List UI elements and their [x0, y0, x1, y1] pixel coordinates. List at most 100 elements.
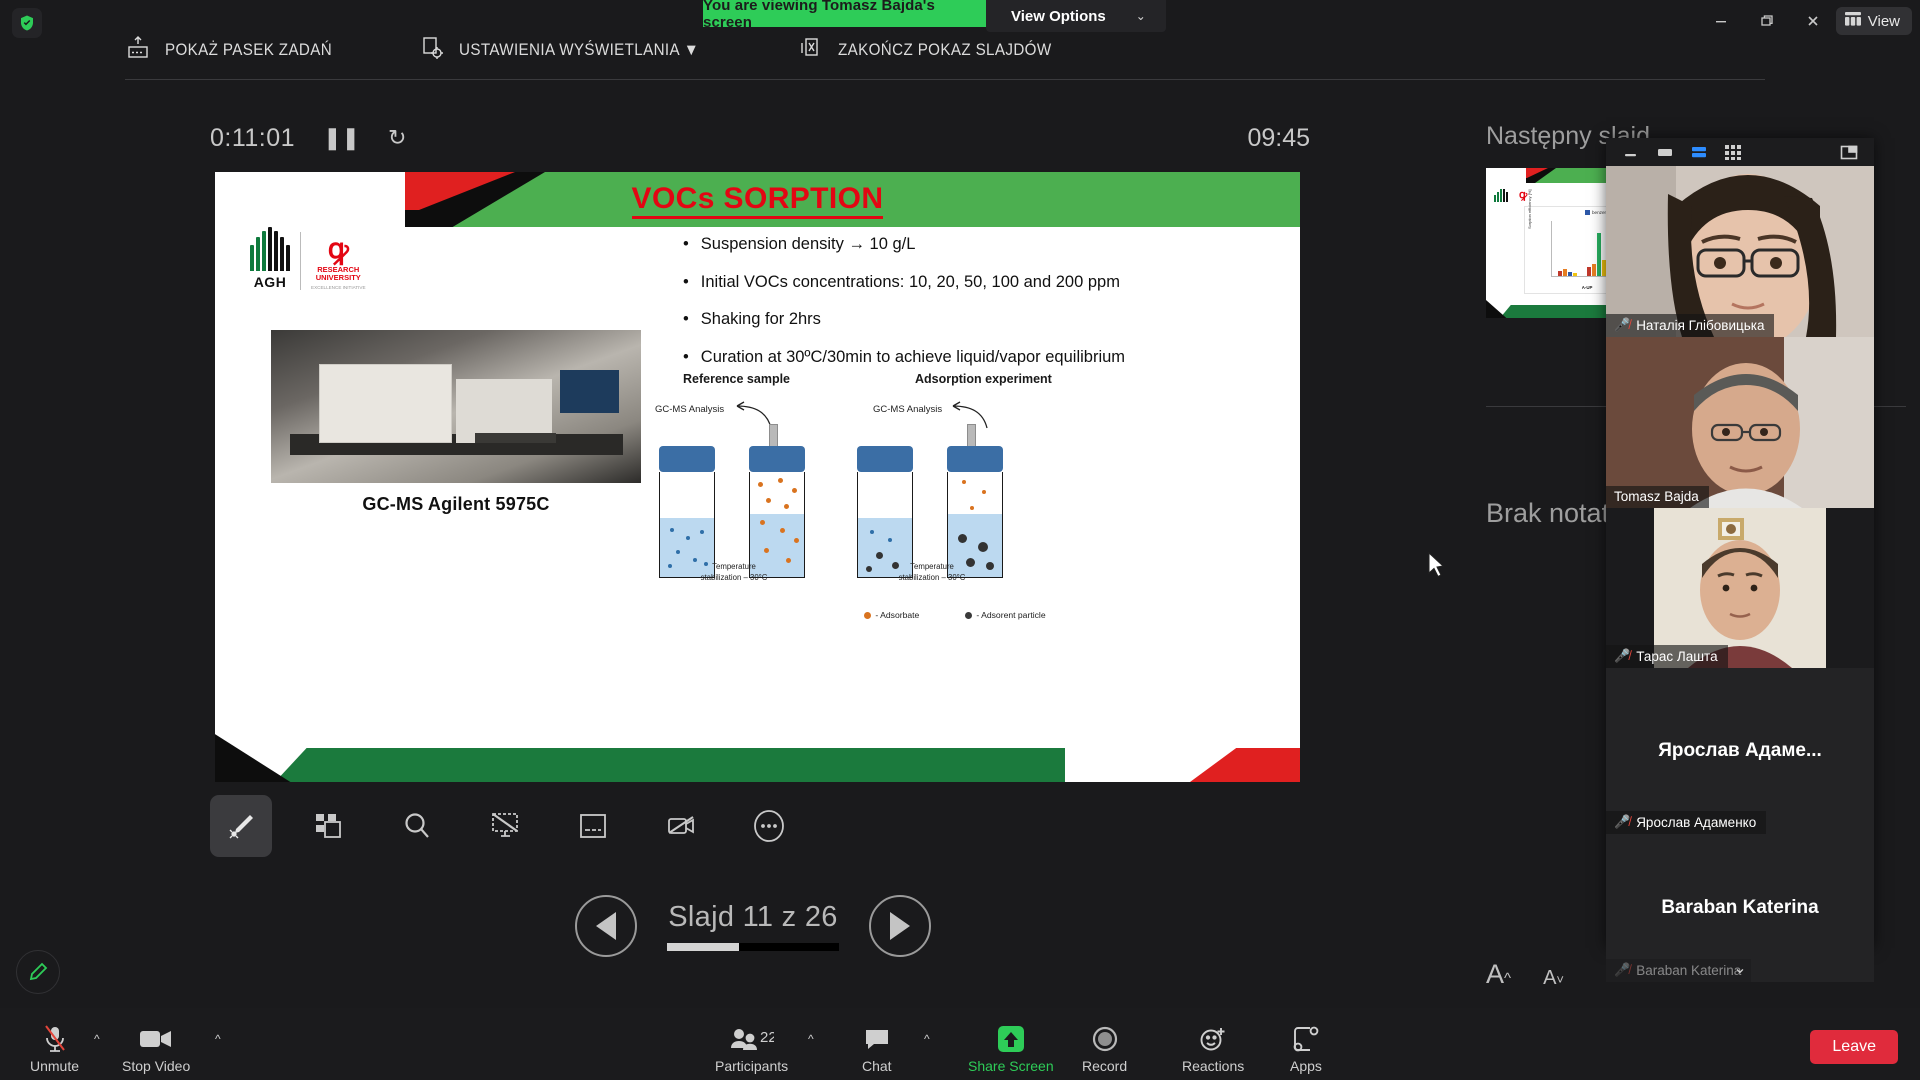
participant-display-name: Ярослав Адаме...	[1606, 740, 1874, 762]
presenter-toolbar: POKAŻ PASEK ZADAŃ USTAWIENIA WYŚWIETLANI…	[125, 22, 1765, 80]
show-taskbar-label: POKAŻ PASEK ZADAŃ	[165, 41, 332, 60]
participant-name: Наталія Глібовицька	[1636, 318, 1764, 333]
chat-options-caret[interactable]: ^	[924, 1032, 930, 1046]
participant-name-badge: 🎤̸ Тарас Лашта	[1606, 645, 1728, 668]
chat-label: Chat	[862, 1058, 892, 1074]
apps-button[interactable]: Apps	[1290, 1023, 1322, 1074]
unmute-button[interactable]: Unmute	[30, 1023, 79, 1074]
participant-tile[interactable]: 🎤̸ Тарас Лашта	[1606, 508, 1874, 668]
previous-slide-button[interactable]	[575, 895, 637, 957]
chat-button[interactable]: Chat	[862, 1023, 892, 1074]
thumbnail-y-axis: Sorption efficiency [%]	[1527, 189, 1532, 229]
slide-navigation: Slajd 11 z 26	[575, 895, 931, 957]
annotate-pen-button[interactable]	[16, 950, 60, 994]
slide-title: VOCs SORPTION	[215, 182, 1300, 216]
video-options-caret[interactable]: ^	[215, 1032, 221, 1046]
diagram-right-title: Adsorption experiment	[915, 372, 1052, 386]
show-taskbar-button[interactable]: POKAŻ PASEK ZADAŃ	[125, 35, 347, 66]
bullet-item: •Curation at 30ºC/30min to achieve liqui…	[683, 347, 1273, 368]
reactions-button[interactable]: Reactions	[1182, 1023, 1244, 1074]
wall-clock: 09:45	[1247, 124, 1310, 153]
participants-options-caret[interactable]: ^	[808, 1032, 814, 1046]
participant-tile[interactable]: Baraban Katerina 🎤̸ Baraban Katerina ⌄	[1606, 834, 1874, 982]
chevron-down-icon[interactable]: ⌄	[1733, 958, 1746, 978]
sorption-diagram: Reference sample Adsorption experiment G…	[645, 372, 1265, 682]
vial-reference-1	[659, 446, 715, 578]
diagram-left-title: Reference sample	[683, 372, 790, 386]
stop-video-button[interactable]: Stop Video	[122, 1023, 190, 1074]
temperature-note-left: Temperaturestabilization – 30°C	[659, 562, 809, 583]
smiley-plus-icon	[1198, 1023, 1228, 1055]
gallery-view-icon[interactable]	[1716, 139, 1750, 165]
people-icon: 22	[730, 1023, 774, 1055]
single-view-icon[interactable]	[1648, 139, 1682, 165]
end-slideshow-button[interactable]: ZAKOŃCZ POKAZ SLAJDÓW	[798, 35, 1070, 66]
agh-label: AGH	[254, 274, 287, 290]
decrease-font-button[interactable]: A˅	[1543, 967, 1564, 990]
video-panel: 🎤̸ Наталія Глібовицька	[1606, 138, 1874, 948]
participant-tile[interactable]: 🎤̸ Наталія Глібовицька	[1606, 166, 1874, 337]
leave-button[interactable]: Leave	[1810, 1030, 1898, 1064]
participant-video	[1606, 337, 1874, 508]
pause-timer-button[interactable]: ❚❚	[323, 125, 360, 151]
minimize-icon[interactable]	[1614, 139, 1648, 165]
bullet-item: •Shaking for 2hrs	[683, 309, 1273, 330]
zoom-in-icon[interactable]	[386, 795, 448, 857]
slide-progress-bar[interactable]	[667, 943, 839, 951]
unmute-label: Unmute	[30, 1058, 79, 1074]
svg-text:22: 22	[760, 1029, 774, 1046]
agh-logo: AGH ꝙ RESEARCH UNIVERSITY EXCELLENCE INI…	[250, 218, 385, 290]
display-settings-button[interactable]: USTAWIENIA WYŚWIETLANIA ▼	[419, 35, 720, 66]
participant-name: Тарас Лашта	[1636, 649, 1717, 664]
mic-off-icon	[42, 1023, 68, 1055]
record-label: Record	[1082, 1058, 1127, 1074]
mic-muted-icon: 🎤̸	[1614, 317, 1630, 333]
laser-pointer-icon[interactable]	[210, 795, 272, 857]
close-button[interactable]	[1790, 5, 1836, 37]
slide-footer-band	[215, 730, 1300, 782]
participant-display-name: Baraban Katerina	[1606, 897, 1874, 919]
participants-button[interactable]: 22 Participants	[715, 1023, 788, 1074]
view-button[interactable]: View	[1836, 7, 1912, 35]
subtitles-icon[interactable]	[562, 795, 624, 857]
vial-reference-2	[749, 446, 805, 578]
mic-muted-icon: 🎤̸	[1614, 962, 1630, 978]
participant-tile[interactable]: Tomasz Bajda	[1606, 337, 1874, 508]
more-options-icon[interactable]	[738, 795, 800, 857]
participant-name: Ярослав Адаменко	[1636, 815, 1756, 830]
speaker-view-icon[interactable]	[1682, 139, 1716, 165]
reset-timer-button[interactable]: ↻	[388, 125, 406, 151]
chevron-down-icon: ⌄	[1136, 9, 1146, 23]
gcms-analysis-label-right: GC-MS Analysis	[873, 404, 942, 415]
share-arrow-icon	[995, 1023, 1027, 1055]
view-button-label: View	[1868, 13, 1900, 30]
apps-icon	[1292, 1023, 1320, 1055]
record-circle-icon	[1090, 1023, 1120, 1055]
all-slides-icon[interactable]	[298, 795, 360, 857]
vial-adsorption-1	[857, 446, 913, 578]
record-button[interactable]: Record	[1082, 1023, 1127, 1074]
slide-counter: Slajd 11 z 26	[667, 901, 839, 951]
black-screen-icon[interactable]	[474, 795, 536, 857]
current-slide[interactable]: VOCs SORPTION AGH ꝙ RESEARCH UNIVERSITY …	[215, 172, 1300, 782]
camera-icon	[139, 1023, 173, 1055]
audio-options-caret[interactable]: ^	[94, 1032, 100, 1046]
popout-icon[interactable]	[1832, 139, 1866, 165]
end-slideshow-label: ZAKOŃCZ POKAZ SLAJDÓW	[838, 41, 1052, 60]
chat-bubble-icon	[864, 1023, 890, 1055]
video-panel-header	[1606, 138, 1874, 166]
next-slide-button[interactable]	[869, 895, 931, 957]
end-show-icon	[798, 35, 824, 66]
share-screen-button[interactable]: Share Screen	[968, 1023, 1054, 1074]
zoom-toolbar: Unmute ^ Stop Video ^ 22 Participants ^	[0, 1008, 1920, 1080]
gcms-analysis-label-left: GC-MS Analysis	[655, 404, 724, 415]
participant-tile[interactable]: Ярослав Адаме... 🎤̸ Ярослав Адаменко	[1606, 668, 1874, 834]
display-settings-label: USTAWIENIA WYŚWIETLANIA ▼	[459, 41, 699, 60]
shield-check-icon[interactable]	[12, 8, 42, 38]
legend-adsorbent: - Adsorent particle	[965, 610, 1045, 620]
camera-off-icon[interactable]	[650, 795, 712, 857]
display-settings-icon	[419, 35, 445, 66]
increase-font-button[interactable]: A^	[1486, 959, 1511, 990]
reactions-label: Reactions	[1182, 1058, 1244, 1074]
mic-muted-icon: 🎤̸	[1614, 814, 1630, 830]
